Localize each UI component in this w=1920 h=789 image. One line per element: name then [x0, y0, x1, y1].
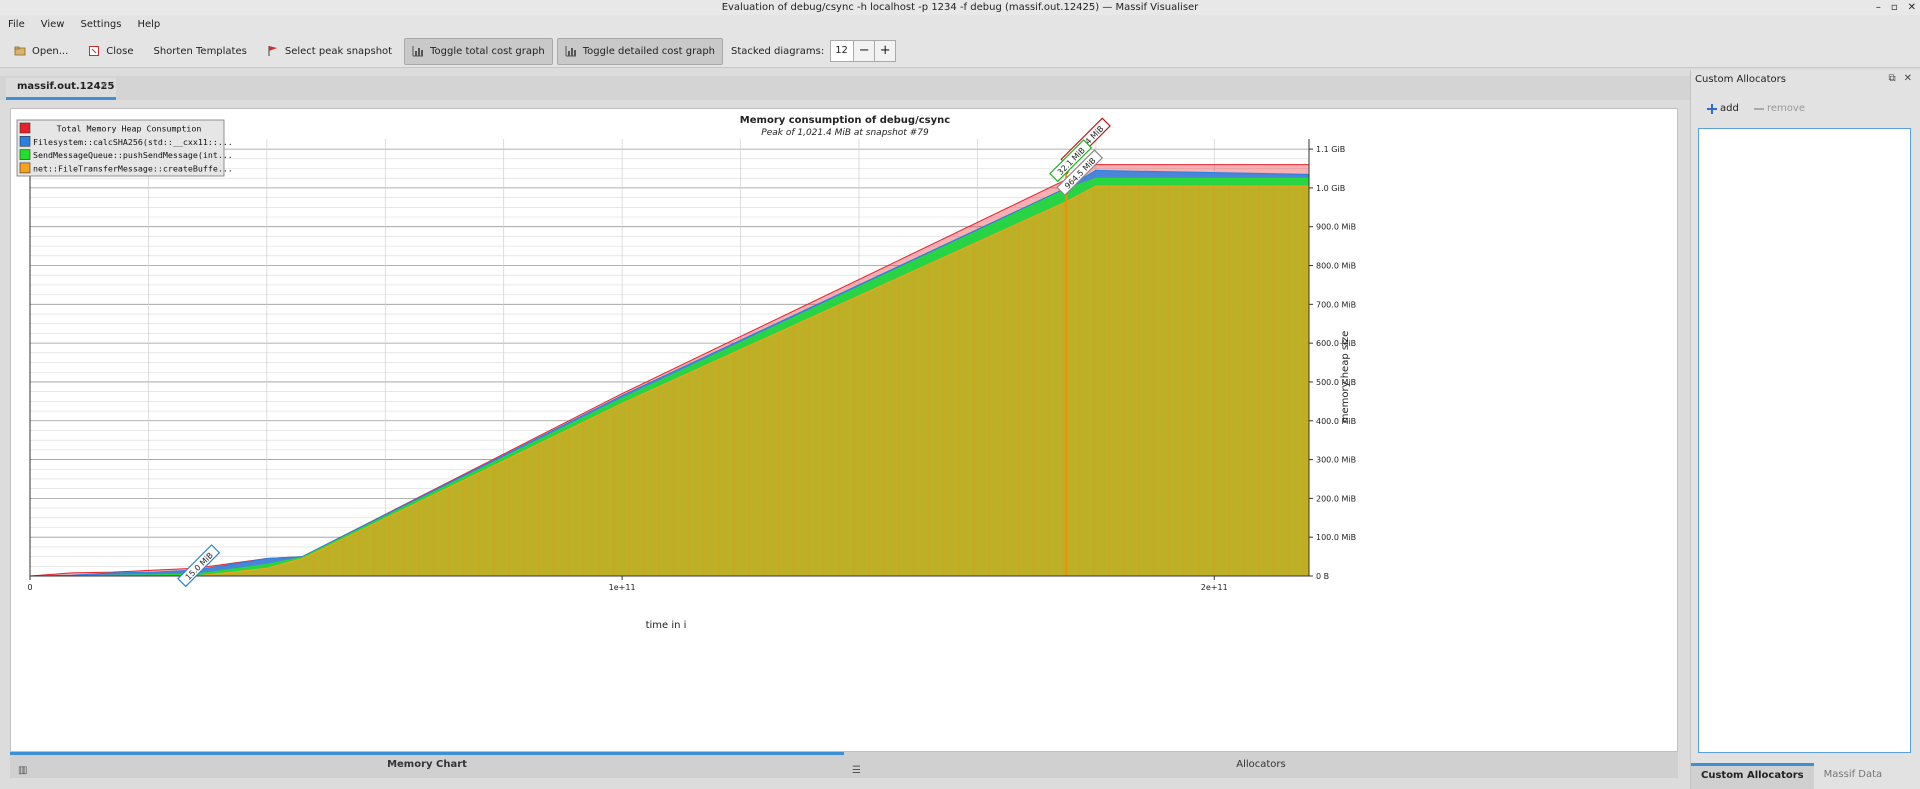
panel-tabbar: Custom Allocators Massif Data — [1691, 763, 1920, 789]
stacked-diagrams-label: Stacked diagrams: — [731, 45, 825, 57]
document-tabbar: massif.out.12425 ✕ — [0, 76, 1692, 100]
remove-allocator-button[interactable]: remove — [1754, 103, 1805, 114]
tab-memory-chart-label: Memory Chart — [387, 759, 467, 770]
window-controls: – ▫ ✕ — [1876, 0, 1916, 15]
y-tick-label: 900.0 MiB — [1316, 223, 1356, 232]
remove-label: remove — [1767, 103, 1805, 114]
toggle-total-cost-button[interactable]: Toggle total cost graph — [404, 37, 553, 65]
open-label: Open... — [32, 45, 69, 57]
y-axis-label: memory heap size — [1340, 331, 1351, 424]
menu-settings[interactable]: Settings — [72, 15, 129, 35]
maximize-icon[interactable]: ▫ — [1891, 0, 1898, 15]
chart-legend: Total Memory Heap Consumption Filesystem:… — [16, 119, 233, 177]
float-panel-icon[interactable]: ⧉ — [1888, 73, 1895, 84]
close-window-icon[interactable]: ✕ — [1908, 0, 1916, 15]
y-tick-label: 100.0 MiB — [1316, 533, 1356, 542]
toggle-detailed-cost-label: Toggle detailed cost graph — [582, 45, 716, 57]
menubar: File View Settings Help — [0, 15, 1920, 35]
panel-title: Custom Allocators — [1695, 74, 1786, 85]
toggle-detailed-cost-button[interactable]: Toggle detailed cost graph — [556, 37, 724, 65]
shorten-templates-button[interactable]: Shorten Templates — [146, 38, 255, 65]
legend-swatch — [19, 122, 31, 134]
select-peak-button[interactable]: Select peak snapshot — [259, 38, 400, 65]
legend-label: net::FileTransferMessage::createBuffe... — [33, 163, 233, 173]
y-tick-label: 200.0 MiB — [1316, 494, 1356, 503]
add-allocator-button[interactable]: add — [1707, 103, 1739, 114]
legend-swatch — [19, 135, 31, 147]
allocators-list[interactable] — [1698, 128, 1911, 753]
close-button[interactable]: Close — [80, 38, 141, 65]
x-tick-label: 0 — [27, 583, 32, 592]
chart-icon: ▥ — [18, 765, 28, 776]
chart-icon — [565, 45, 577, 57]
x-tick-label: 2e+11 — [1201, 583, 1228, 592]
menu-help[interactable]: Help — [129, 15, 168, 35]
close-document-icon — [88, 45, 100, 57]
tab-massif-file[interactable]: massif.out.12425 ✕ — [6, 78, 116, 100]
window-title: Evaluation of debug/csync -h localhost -… — [721, 2, 1199, 13]
y-tick-label: 300.0 MiB — [1316, 456, 1356, 465]
select-peak-label: Select peak snapshot — [284, 45, 393, 57]
add-label: add — [1720, 103, 1739, 114]
y-tick-label: 0 B — [1316, 572, 1329, 581]
minimize-icon[interactable]: – — [1876, 0, 1881, 15]
tab-allocators[interactable]: ☰ Allocators — [844, 752, 1678, 778]
x-tick-label: 1e+11 — [609, 583, 636, 592]
legend-swatch — [19, 162, 31, 174]
legend-label: SendMessageQueue::pushSendMessage(int... — [33, 150, 233, 160]
y-tick-label: 1.1 GiB — [1316, 145, 1345, 154]
shorten-templates-label: Shorten Templates — [153, 45, 247, 57]
tab-massif-data[interactable]: Massif Data — [1814, 763, 1893, 789]
tab-memory-chart[interactable]: ▥ Memory Chart — [10, 752, 844, 778]
close-panel-icon[interactable]: ✕ — [1904, 73, 1912, 84]
y-tick-label: 800.0 MiB — [1316, 262, 1356, 271]
minus-icon — [1754, 107, 1764, 110]
chart-canvas: 0 B100.0 MiB200.0 MiB300.0 MiB400.0 MiB5… — [16, 115, 1356, 631]
menu-view[interactable]: View — [33, 15, 73, 35]
stacked-decrement-button[interactable]: − — [853, 40, 876, 62]
custom-allocators-panel: Custom Allocators ⧉ ✕ add remove Custom … — [1690, 70, 1920, 789]
tab-custom-allocators[interactable]: Custom Allocators — [1691, 763, 1814, 789]
legend-swatch — [19, 149, 31, 160]
legend-label: Filesystem::calcSHA256(std::__cxx11::... — [33, 137, 233, 147]
legend-label: Total Memory Heap Consumption — [57, 124, 202, 134]
tab-close-icon[interactable]: ✕ — [100, 78, 108, 96]
stacked-increment-button[interactable]: + — [874, 40, 897, 62]
window-titlebar: Evaluation of debug/csync -h localhost -… — [0, 0, 1920, 15]
chart-title: Memory consumption of debug/csync — [740, 115, 950, 126]
menu-file[interactable]: File — [0, 15, 33, 35]
chart-subtitle: Peak of 1,021.4 MiB at snapshot #79 — [761, 128, 929, 138]
list-icon: ☰ — [852, 765, 861, 776]
x-axis-label: time in i — [646, 620, 687, 631]
folder-open-icon — [14, 45, 26, 57]
bottom-tabbar: ▥ Memory Chart ☰ Allocators — [10, 752, 1678, 778]
tab-allocators-label: Allocators — [1236, 759, 1286, 770]
toggle-total-cost-label: Toggle total cost graph — [430, 45, 545, 57]
chart-icon — [412, 45, 424, 57]
open-button[interactable]: Open... — [6, 38, 76, 65]
flag-icon — [267, 45, 279, 57]
memory-chart[interactable]: 0 B 100.0 MiB 200.0 MiB 300.0 MiB 400.0 MiB 5… — [10, 108, 1678, 752]
stacked-diagrams-input[interactable]: 12 — [830, 40, 855, 62]
y-tick-label: 700.0 MiB — [1316, 300, 1356, 309]
main-toolbar: Open... Close Shorten Templates Select p… — [0, 35, 1920, 68]
y-tick-label: 1.0 GiB — [1316, 184, 1345, 193]
plus-icon — [1707, 103, 1717, 114]
panel-controls: ⧉ ✕ — [1888, 73, 1912, 84]
close-label: Close — [106, 45, 134, 57]
